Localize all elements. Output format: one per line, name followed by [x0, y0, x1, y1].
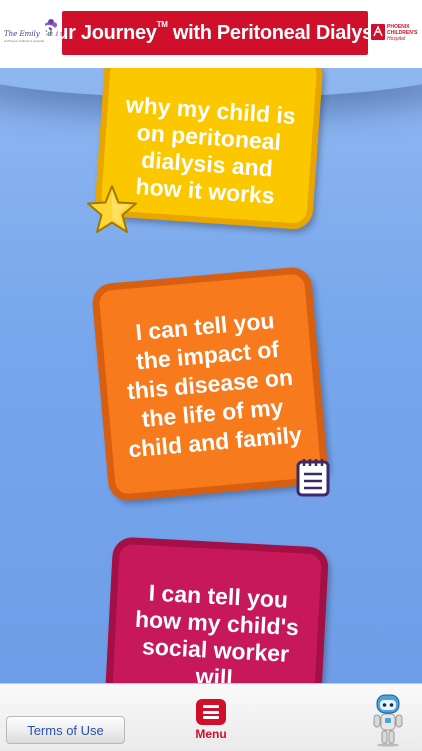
- trademark-mark: TM: [156, 19, 168, 29]
- notepad-icon[interactable]: [296, 457, 330, 497]
- card-text: I can tell you how my child's social wor…: [134, 579, 300, 683]
- phoenix-childrens-logo: PHOENIX CHILDREN'S Hospital: [371, 22, 421, 48]
- star-icon: [87, 185, 137, 233]
- card-text: I can tell you the impact of this diseas…: [126, 306, 303, 462]
- menu-icon[interactable]: [196, 699, 226, 725]
- app-title-main: Our Journey: [40, 21, 157, 44]
- bottom-toolbar: Terms of Use Menu: [0, 683, 422, 751]
- right-logo-line3: Hospital: [387, 36, 406, 42]
- app-header: The Emily Center at Phoenix Children's H…: [0, 0, 422, 69]
- phoenix-bird-icon: [371, 24, 385, 40]
- app-title: Our JourneyTM with Peritoneal Dialysis: [40, 19, 390, 45]
- robot-mascot-icon[interactable]: [371, 693, 405, 747]
- goal-card-orange[interactable]: I can tell you the impact of this diseas…: [90, 265, 330, 503]
- card-scroll-area[interactable]: why my child is on peritoneal dialysis a…: [0, 68, 422, 683]
- goal-card-red[interactable]: I can tell you how my child's social wor…: [102, 536, 330, 683]
- app-title-rest: with Peritoneal Dialysis: [167, 21, 390, 44]
- card-text: why my child is on peritoneal dialysis a…: [125, 91, 297, 209]
- menu-label[interactable]: Menu: [186, 727, 236, 741]
- app-title-banner: Our JourneyTM with Peritoneal Dialysis: [41, 11, 389, 55]
- terms-of-use-button[interactable]: Terms of Use: [6, 716, 125, 744]
- left-logo-subtext: at Phoenix Children's Hospital: [4, 39, 44, 43]
